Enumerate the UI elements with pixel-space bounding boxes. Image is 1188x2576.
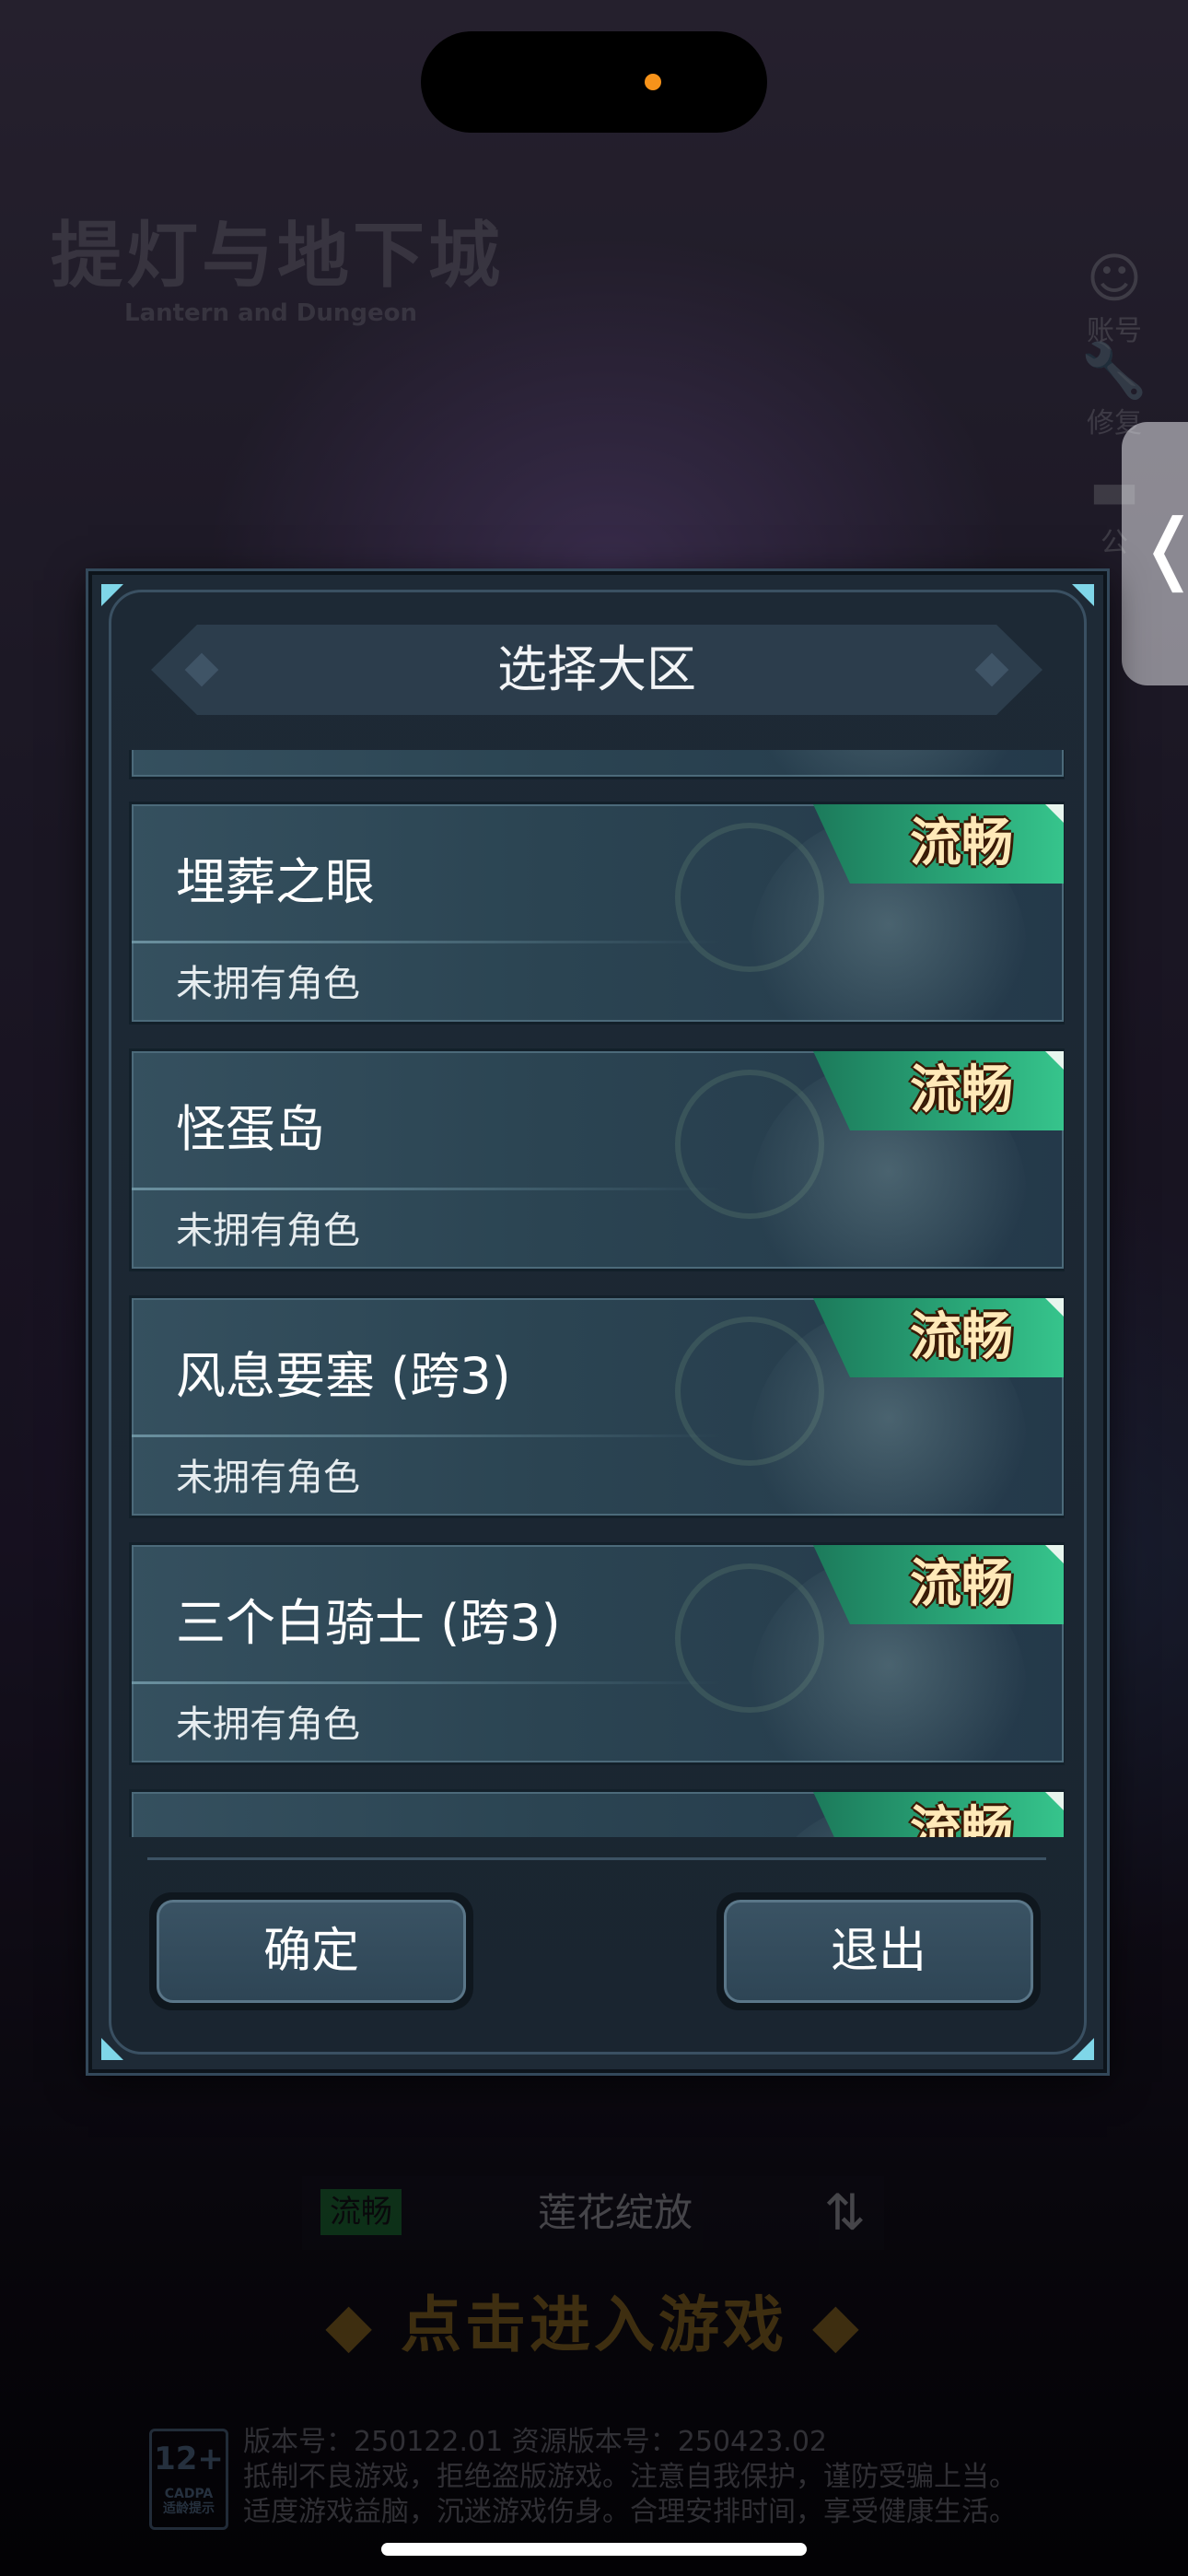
server-name: 三个白骑士 (跨3) (176, 1594, 561, 1652)
card-portrait-art (751, 750, 1027, 777)
dialog-title: 选择大区 (497, 640, 696, 698)
server-name: 风息要塞 (跨3) (176, 1347, 511, 1405)
list-divider (147, 1857, 1046, 1860)
server-status-badge: 流畅 (813, 804, 1064, 884)
server-card[interactable]: 风息要塞 (跨3) 未拥有角色 流畅 (129, 1295, 1065, 1518)
dialog-title-plate: 选择大区 (151, 625, 1042, 715)
home-indicator[interactable] (381, 2543, 807, 2556)
server-card-partial-bottom[interactable]: 流畅 (129, 1789, 1065, 1837)
server-role-text: 未拥有角色 (176, 1210, 360, 1252)
privacy-indicator-dot (645, 74, 661, 90)
server-role-text: 未拥有角色 (176, 963, 360, 1005)
exit-button[interactable]: 退出 (716, 1892, 1041, 2010)
server-card[interactable]: 三个白骑士 (跨3) 未拥有角色 流畅 (129, 1542, 1065, 1765)
card-divider (132, 1188, 721, 1190)
confirm-button-label: 确定 (157, 1900, 466, 2003)
server-role-text: 未拥有角色 (176, 1704, 360, 1746)
server-status-badge: 流畅 (813, 1051, 1064, 1130)
card-divider (132, 1434, 721, 1437)
select-server-dialog: 选择大区 埋葬之眼 未拥有角色 流畅 怪蛋岛 未拥有角色 流畅 风息要塞 (跨3… (88, 571, 1107, 2073)
server-status-text: 流畅 (910, 1554, 1013, 1614)
server-list[interactable]: 埋葬之眼 未拥有角色 流畅 怪蛋岛 未拥有角色 流畅 风息要塞 (跨3) 未拥有… (129, 750, 1065, 1837)
side-panel-toggle[interactable]: ❬ (1122, 422, 1188, 685)
server-status-text: 流畅 (910, 1060, 1013, 1120)
server-card[interactable]: 怪蛋岛 未拥有角色 流畅 (129, 1048, 1065, 1271)
server-role-text: 未拥有角色 (176, 1457, 360, 1499)
server-status-badge: 流畅 (813, 1298, 1064, 1377)
server-card-partial-top[interactable] (129, 750, 1065, 779)
server-status-text: 流畅 (910, 1307, 1013, 1367)
server-name: 埋葬之眼 (176, 853, 375, 911)
chevron-left-icon: ❬ (1136, 509, 1188, 586)
server-status-text: 流畅 (910, 814, 1013, 873)
server-status-text: 流畅 (910, 1801, 1013, 1837)
confirm-button[interactable]: 确定 (149, 1892, 473, 2010)
server-status-badge: 流畅 (813, 1545, 1064, 1624)
dynamic-island (421, 31, 767, 133)
exit-button-label: 退出 (724, 1900, 1033, 2003)
card-divider (132, 941, 721, 943)
server-status-badge: 流畅 (813, 1792, 1064, 1837)
card-divider (132, 1681, 721, 1684)
server-name: 怪蛋岛 (176, 1100, 325, 1158)
server-card[interactable]: 埋葬之眼 未拥有角色 流畅 (129, 802, 1065, 1025)
